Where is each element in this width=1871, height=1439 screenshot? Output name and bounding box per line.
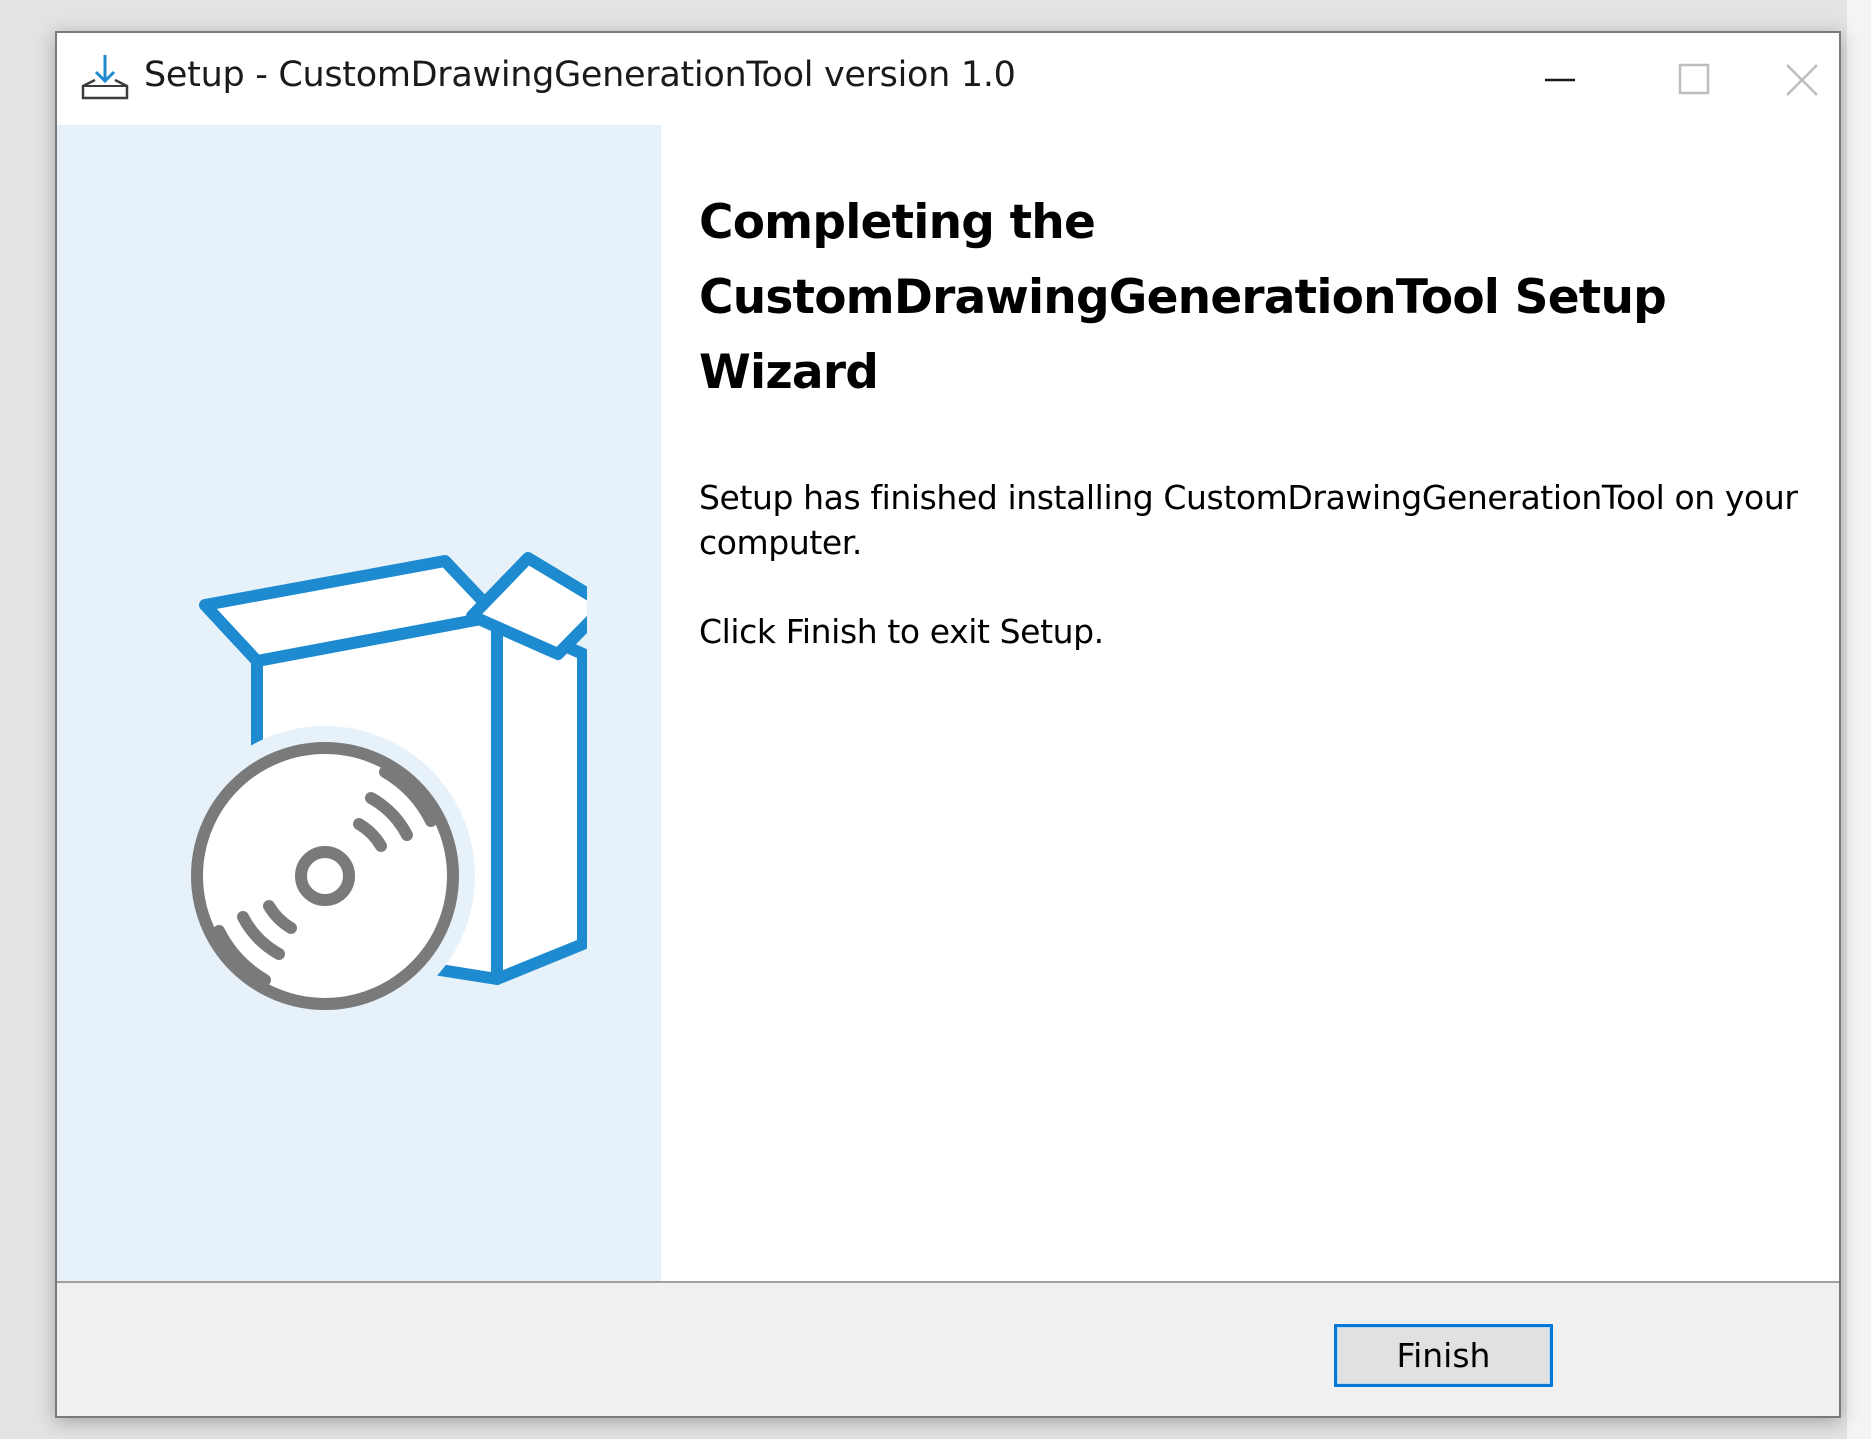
wizard-sidebar xyxy=(57,125,661,1281)
minimize-button[interactable] xyxy=(1491,33,1627,125)
wizard-content: Completing the CustomDrawingGenerationTo… xyxy=(661,125,1839,1281)
maximize-icon xyxy=(1678,63,1710,95)
page-title: Completing the CustomDrawingGenerationTo… xyxy=(699,195,1667,400)
exit-instructions: Click Finish to exit Setup. xyxy=(699,612,1104,651)
finish-button[interactable]: Finish xyxy=(1334,1324,1553,1387)
wizard-footer: Finish xyxy=(57,1281,1839,1416)
setup-wizard-window: Setup - CustomDrawingGenerationTool vers… xyxy=(55,31,1841,1418)
software-box-with-disc-icon xyxy=(175,552,587,1026)
finished-message: Setup has finished installing CustomDraw… xyxy=(699,478,1798,562)
close-button[interactable] xyxy=(1763,33,1841,125)
window-title: Setup - CustomDrawingGenerationTool vers… xyxy=(144,55,1016,95)
minimize-icon xyxy=(1545,78,1575,82)
desktop-background xyxy=(1847,0,1871,1439)
title-bar[interactable]: Setup - CustomDrawingGenerationTool vers… xyxy=(57,33,1839,125)
close-icon xyxy=(1786,64,1818,96)
maximize-button[interactable] xyxy=(1627,33,1763,125)
setup-download-icon xyxy=(79,51,131,103)
